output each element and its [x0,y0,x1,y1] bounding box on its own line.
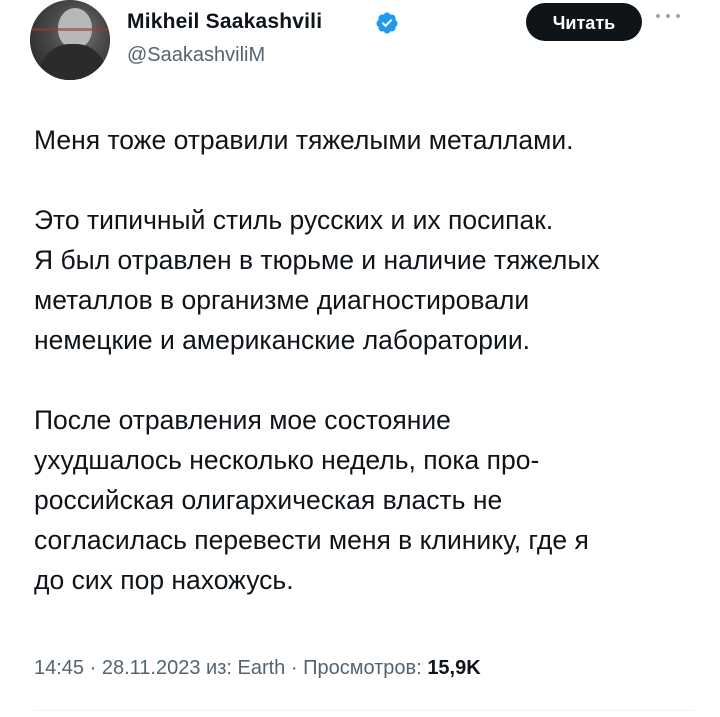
tweet-line: согласилась перевести меня в клинику, гд… [34,525,589,555]
tweet-line: до сих пор нахожусь. [34,565,294,595]
tweet-line: металлов в организме диагностировали [34,285,530,315]
views-count: 15,9K [427,657,481,679]
tweet: Mikheil Saakashvili @SaakashviliM Читать… [0,0,720,717]
tweet-line: российская олигархическая власть не [34,485,503,515]
verified-badge-icon [376,12,398,34]
tweet-meta: 14:45 · 28.11.2023 из: Earth · Просмотро… [34,657,481,679]
avatar[interactable] [30,0,110,80]
source-prefix: из: [206,657,232,679]
tweet-text: Меня тоже отравили тяжелыми металлами. Э… [34,120,694,600]
author-name[interactable]: Mikheil Saakashvili [127,10,322,34]
ellipsis-icon[interactable] [654,8,684,24]
tweet-time[interactable]: 14:45 [34,657,84,679]
author-handle[interactable]: @SaakashviliM [127,44,265,67]
views-label: Просмотров: [303,657,422,679]
tweet-date[interactable]: 28.11.2023 [102,657,201,679]
tweet-line: Меня тоже отравили тяжелыми металлами. [34,125,574,155]
tweet-line: немецкие и американские лаборатории. [34,325,530,355]
avatar-bar [30,28,110,31]
tweet-line: После отравления мое состояние [34,405,451,435]
tweet-source: Earth [237,657,286,679]
divider [34,710,694,711]
follow-button[interactable]: Читать [526,3,642,41]
tweet-line: ухудшалось несколько недель, пока про- [34,445,540,475]
tweet-line: Это типичный стиль русских и их посипак. [34,205,554,235]
tweet-line: Я был отравлен в тюрьме и наличие тяжелы… [34,245,600,275]
